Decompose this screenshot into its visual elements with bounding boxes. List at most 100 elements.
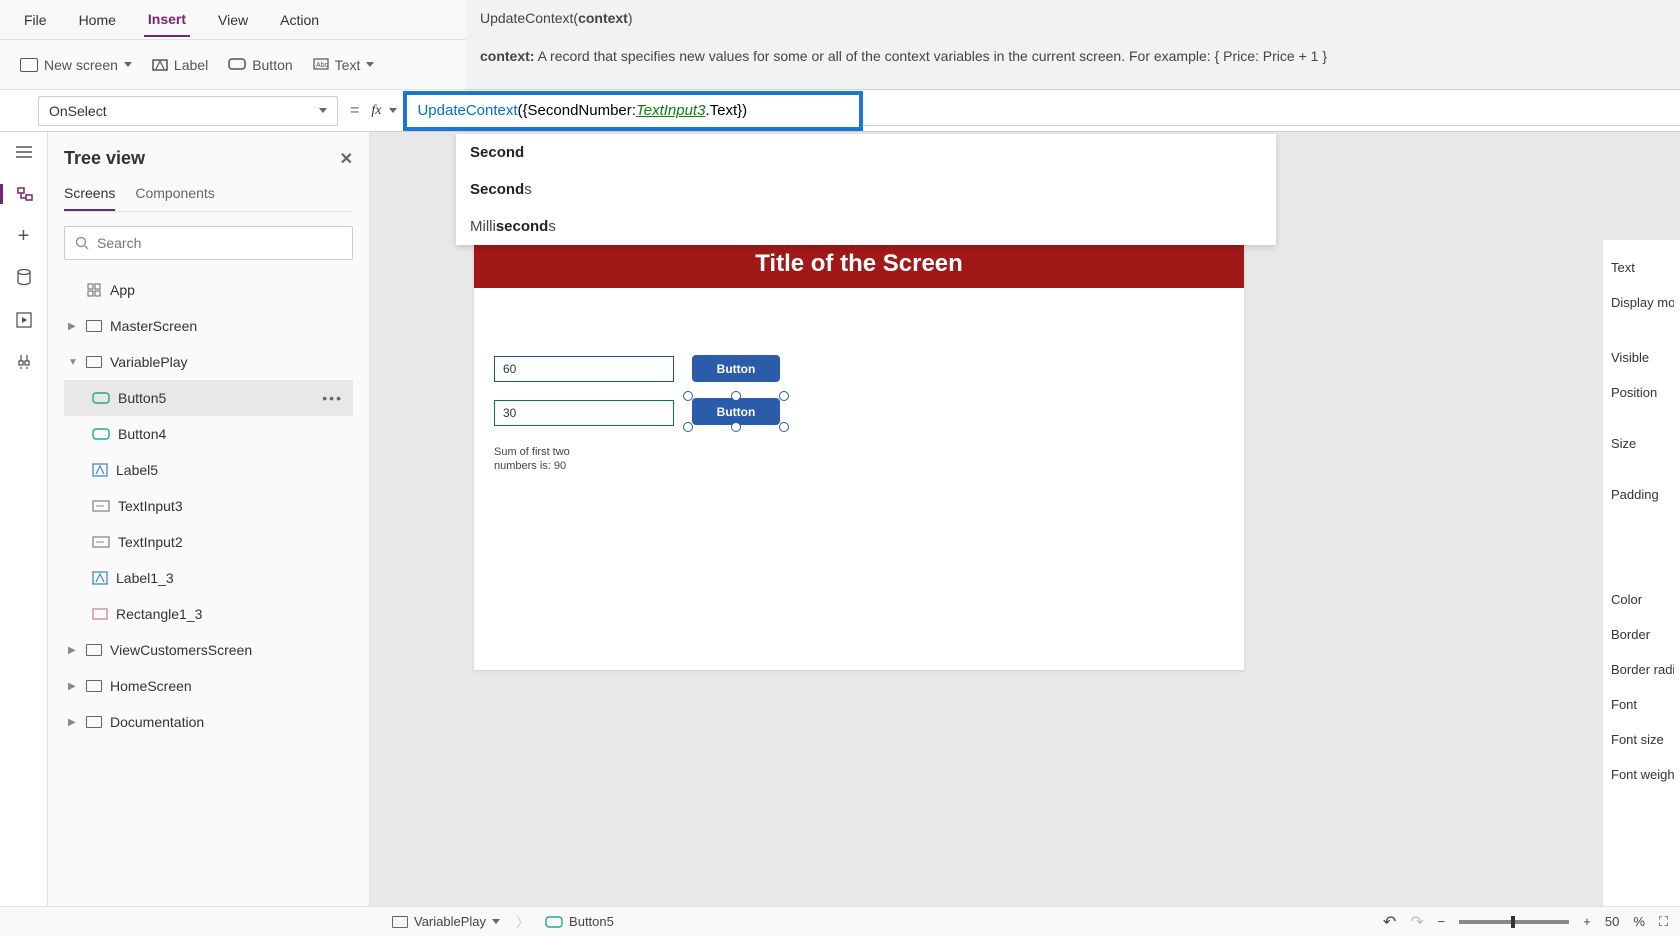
autocomplete-item[interactable]: Seconds [456, 171, 1276, 208]
zoom-slider[interactable] [1459, 920, 1569, 924]
tree-textinput3[interactable]: TextInput3 [64, 488, 353, 524]
more-icon[interactable]: ••• [322, 390, 343, 406]
tree-textinput2[interactable]: TextInput2 [64, 524, 353, 560]
tooltip-fn: UpdateContext( [480, 10, 578, 26]
screen-icon [86, 680, 102, 692]
text-dropdown[interactable]: Abc Text [313, 57, 375, 73]
new-screen-label: New screen [44, 57, 118, 73]
tree-label1-3[interactable]: Label1_3 [64, 560, 353, 596]
prop-size[interactable]: Size [1609, 426, 1674, 461]
menu-file[interactable]: File [20, 4, 51, 36]
tab-components[interactable]: Components [135, 185, 214, 211]
zoom-in-button[interactable]: + [1583, 914, 1591, 929]
data-icon[interactable] [14, 268, 34, 288]
close-icon[interactable]: ✕ [340, 149, 353, 169]
chevron-right-icon[interactable]: ▶ [68, 321, 78, 332]
insert-icon[interactable]: + [14, 226, 34, 246]
tree-viewcustomers[interactable]: ▶ ViewCustomersScreen [64, 632, 353, 668]
property-name: OnSelect [49, 103, 107, 119]
chevron-right-icon[interactable]: ▶ [68, 681, 78, 692]
tree-view-title: Tree view [64, 148, 145, 169]
tree-app[interactable]: App [64, 272, 353, 308]
prop-padding[interactable]: Padding [1609, 477, 1674, 512]
label-button[interactable]: Label [152, 57, 208, 73]
zoom-out-button[interactable]: − [1438, 914, 1446, 929]
screen-title-bar[interactable]: Title of the Screen [474, 240, 1244, 288]
resize-handle[interactable] [731, 422, 741, 432]
search-input[interactable] [97, 235, 342, 251]
resize-handle[interactable] [779, 422, 789, 432]
hamburger-icon[interactable] [14, 142, 34, 162]
svg-text:Abc: Abc [316, 62, 329, 69]
prop-position[interactable]: Position [1609, 375, 1674, 410]
formula-reference: TextInput3 [636, 102, 706, 119]
tree-rectangle1-3[interactable]: Rectangle1_3 [64, 596, 353, 632]
canvas-textinput3[interactable]: 30 [494, 400, 674, 426]
prop-font-weight[interactable]: Font weight [1609, 757, 1674, 792]
autocomplete-item[interactable]: Second [456, 134, 1276, 171]
resize-handle[interactable] [683, 422, 693, 432]
fx-icon[interactable]: fx [371, 103, 381, 119]
tree-variableplay[interactable]: ▼ VariablePlay [64, 344, 353, 380]
canvas-textinput2[interactable]: 60 [494, 356, 674, 382]
tree-search[interactable] [64, 226, 353, 260]
prop-border-radius[interactable]: Border radiu [1609, 652, 1674, 687]
tree-label: Documentation [110, 714, 204, 730]
resize-handle[interactable] [731, 391, 741, 401]
screen-icon [86, 320, 102, 332]
chevron-right-icon[interactable]: ▶ [68, 717, 78, 728]
fit-screen-icon[interactable]: ⛶ [1659, 914, 1668, 930]
tree-documentation[interactable]: ▶ Documentation [64, 704, 353, 740]
tree-label: Button5 [118, 390, 166, 406]
tree-button4[interactable]: Button4 [64, 416, 353, 452]
autocomplete-item[interactable]: Milliseconds [456, 208, 1276, 245]
chevron-down-icon[interactable]: ▼ [68, 357, 78, 368]
advanced-tools-icon[interactable] [14, 352, 34, 372]
tree-button5[interactable]: Button5 ••• [64, 380, 353, 416]
prop-display-mode[interactable]: Display mod [1609, 285, 1674, 320]
canvas[interactable]: Title of the Screen 60 30 Button Button … [370, 132, 1680, 906]
breadcrumb-screen[interactable]: VariablePlay [382, 914, 510, 929]
chevron-down-icon[interactable] [389, 108, 397, 113]
new-screen-button[interactable]: New screen [20, 57, 132, 73]
button-label: Button [252, 57, 292, 73]
selection-handles[interactable] [685, 393, 787, 430]
breadcrumb-separator: 〉 [516, 912, 529, 931]
tree-label5[interactable]: Label5 [64, 452, 353, 488]
search-icon [75, 236, 89, 250]
prop-text[interactable]: Text [1609, 250, 1674, 285]
formula-bar-remainder[interactable] [863, 96, 1680, 126]
media-icon[interactable] [14, 310, 34, 330]
label-label: Label [174, 57, 208, 73]
prop-visible[interactable]: Visible [1609, 340, 1674, 375]
button-control-icon [545, 915, 563, 929]
breadcrumb-control[interactable]: Button5 [535, 914, 624, 929]
canvas-label5[interactable]: Sum of first two numbers is: 90 [494, 445, 584, 474]
tree-view-panel: Tree view ✕ Screens Components App ▶ Mas… [48, 132, 370, 906]
button-button[interactable]: Button [228, 57, 292, 73]
canvas-button4[interactable]: Button [692, 355, 780, 382]
property-selector[interactable]: OnSelect [38, 96, 338, 126]
resize-handle[interactable] [779, 391, 789, 401]
undo-icon[interactable]: ↶ [1383, 912, 1396, 932]
prop-border[interactable]: Border [1609, 617, 1674, 652]
prop-font-size[interactable]: Font size [1609, 722, 1674, 757]
tree-masterscreen[interactable]: ▶ MasterScreen [64, 308, 353, 344]
label-icon [152, 57, 168, 73]
zoom-thumb[interactable] [1511, 916, 1515, 928]
menu-insert[interactable]: Insert [144, 3, 190, 37]
prop-color[interactable]: Color [1609, 582, 1674, 617]
menu-view[interactable]: View [214, 4, 252, 36]
chevron-right-icon[interactable]: ▶ [68, 645, 78, 656]
prop-font[interactable]: Font [1609, 687, 1674, 722]
redo-icon[interactable]: ↷ [1410, 912, 1423, 932]
menu-home[interactable]: Home [75, 4, 120, 36]
tab-screens[interactable]: Screens [64, 185, 115, 211]
tree-homescreen[interactable]: ▶ HomeScreen [64, 668, 353, 704]
canvas-screen[interactable]: Title of the Screen 60 30 Button Button … [474, 240, 1244, 670]
text-label: Text [335, 57, 361, 73]
formula-input[interactable]: UpdateContext({SecondNumber: TextInput3.… [403, 91, 863, 131]
resize-handle[interactable] [683, 391, 693, 401]
tree-view-icon[interactable] [0, 184, 47, 204]
menu-action[interactable]: Action [276, 4, 323, 36]
